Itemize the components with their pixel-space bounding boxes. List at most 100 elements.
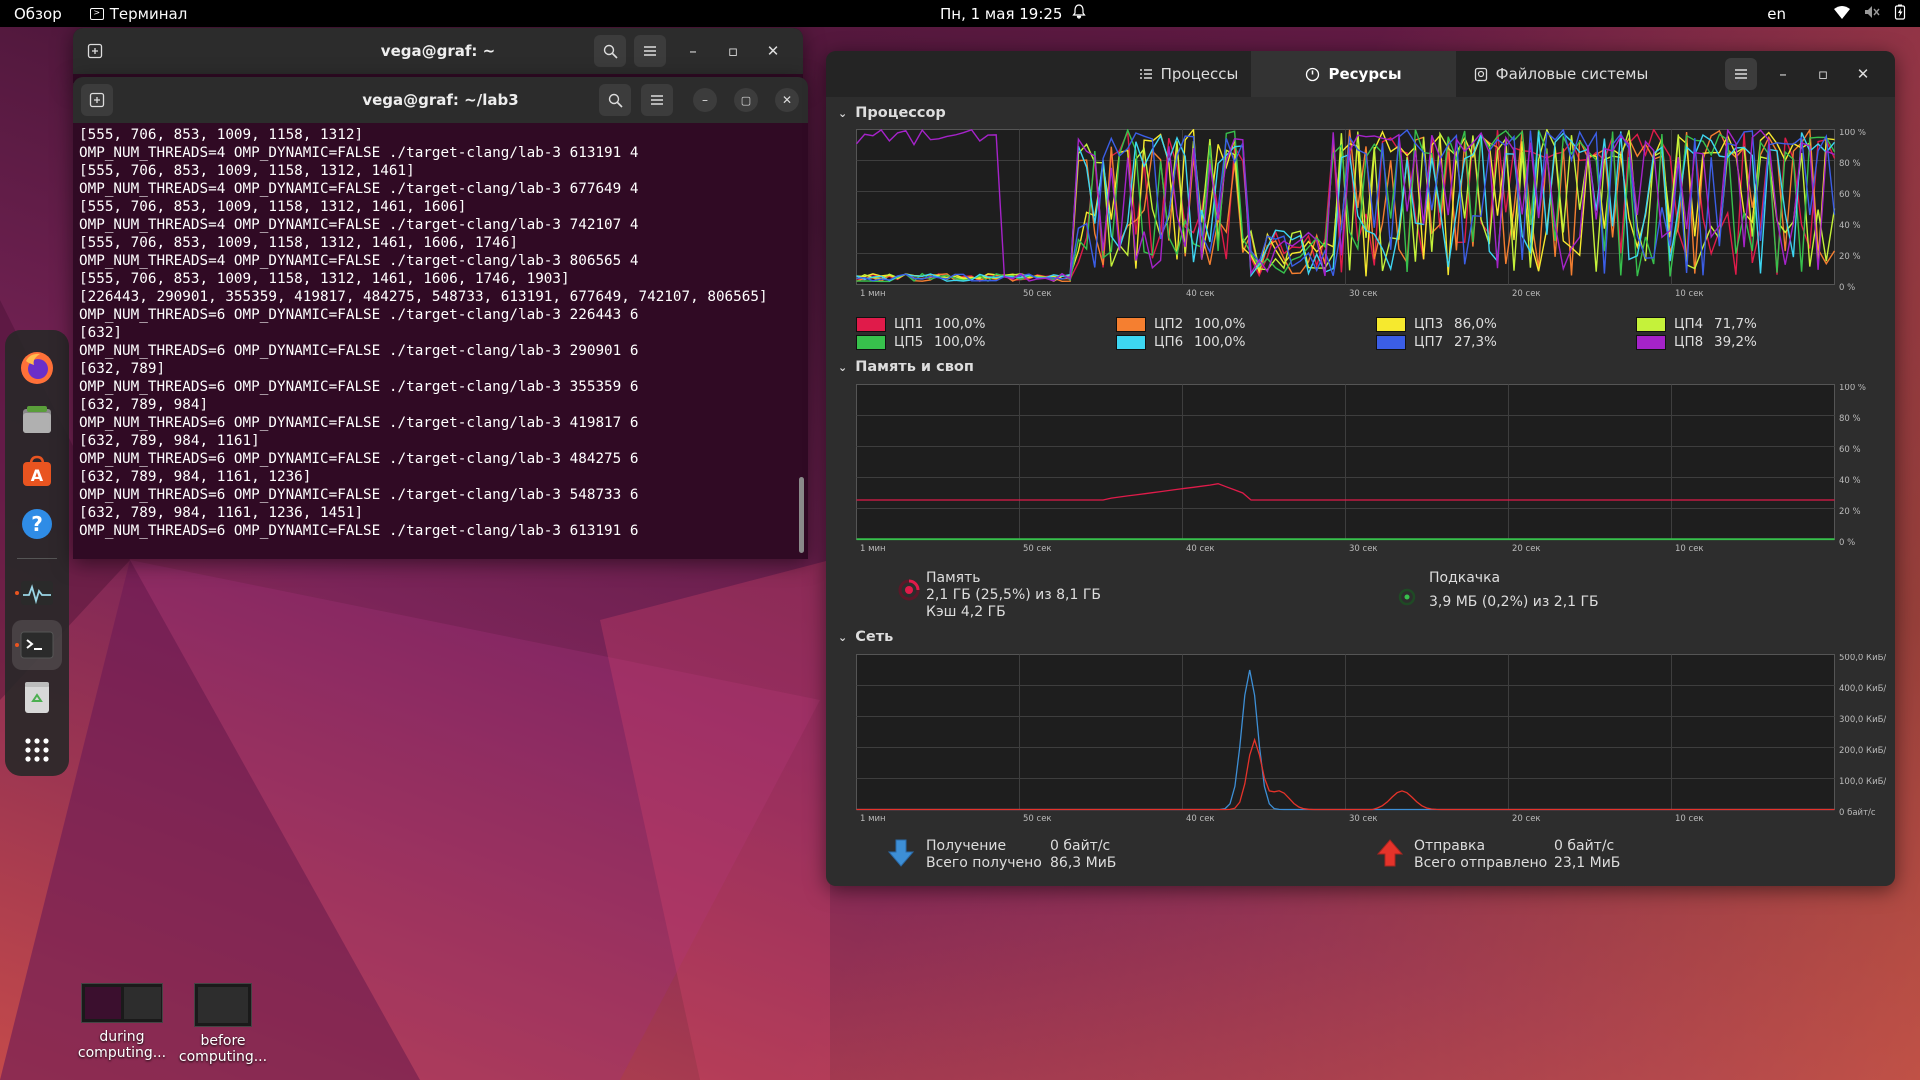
time-tick-label: 20 сек	[1512, 289, 1541, 299]
color-swatch[interactable]	[856, 316, 886, 332]
menu-button[interactable]	[634, 35, 666, 67]
cpu-legend-item[interactable]: ЦП6 100,0%	[1116, 334, 1245, 350]
minimize-button[interactable]: –	[677, 35, 709, 67]
terminal-line: OMP_NUM_THREADS=4 OMP_DYNAMIC=FALSE ./ta…	[79, 253, 639, 269]
cpu-legend-item[interactable]: ЦП1 100,0%	[856, 316, 985, 332]
running-indicator	[15, 591, 19, 595]
value-tick-label: 100 %	[1839, 129, 1866, 138]
desktop-file-before[interactable]: before computing...	[173, 983, 273, 1065]
section-memory-header[interactable]: ⌄ Память и своп	[838, 359, 974, 375]
close-button[interactable]: ✕	[775, 88, 799, 112]
dock-files[interactable]	[12, 395, 62, 445]
time-tick-label: 30 сек	[1349, 544, 1378, 554]
cpu-usage-value: 86,0%	[1454, 316, 1497, 332]
cpu-legend-item[interactable]: ЦП2 100,0%	[1116, 316, 1245, 332]
firefox-icon	[21, 352, 53, 384]
minimize-button[interactable]: –	[1767, 58, 1799, 90]
maximize-button[interactable]: ▢	[734, 88, 758, 112]
wifi-icon[interactable]	[1834, 5, 1850, 23]
send-values: 0 байт/с 23,1 МиБ	[1554, 838, 1621, 871]
top-bar: Обзор > Терминал Пн, 1 мая 19:25 en	[0, 0, 1920, 27]
cpu-usage-value: 27,3%	[1454, 334, 1497, 350]
dock-firefox[interactable]	[12, 343, 62, 393]
color-swatch[interactable]	[1636, 334, 1666, 350]
new-tab-button[interactable]	[81, 84, 113, 116]
disk-icon	[1474, 67, 1487, 81]
language-indicator[interactable]: en	[1767, 5, 1786, 23]
time-tick-label: 1 мин	[860, 544, 886, 554]
overview-button[interactable]: Обзор	[0, 0, 76, 27]
section-cpu-header[interactable]: ⌄ Процессор	[838, 105, 946, 121]
cpu-usage-value: 71,7%	[1714, 316, 1757, 332]
search-button[interactable]	[599, 84, 631, 116]
search-button[interactable]	[594, 35, 626, 67]
cpu-legend-item[interactable]: ЦП4 71,7%	[1636, 316, 1757, 332]
time-tick-label: 30 сек	[1349, 814, 1378, 824]
cpu-legend-item[interactable]: ЦП5 100,0%	[856, 334, 985, 350]
new-tab-button[interactable]	[79, 35, 111, 67]
maximize-button[interactable]: ▫	[717, 35, 749, 67]
upload-arrow-icon	[1377, 839, 1403, 867]
hamburger-icon	[651, 95, 663, 105]
terminal-line: OMP_NUM_THREADS=6 OMP_DYNAMIC=FALSE ./ta…	[79, 415, 639, 431]
cpu-name: ЦП8	[1674, 334, 1704, 350]
menu-button[interactable]	[1725, 58, 1757, 90]
cpu-usage-value: 100,0%	[1194, 334, 1246, 350]
battery-icon[interactable]	[1894, 4, 1906, 24]
color-swatch[interactable]	[1116, 334, 1146, 350]
network-history-graph: 1 мин 50 сек 40 сек 30 сек 20 сек 10 сек 500,0…	[856, 654, 1886, 824]
dock-app-center[interactable]: A	[12, 447, 62, 497]
maximize-button[interactable]: ▫	[1807, 58, 1839, 90]
dock-system-monitor[interactable]	[12, 568, 62, 618]
terminal-window-back[interactable]: vega@graf: ~ – ▫ ✕	[73, 28, 803, 83]
bell-icon	[1072, 4, 1087, 23]
cpu-name: ЦП7	[1414, 334, 1444, 350]
menu-button[interactable]	[641, 84, 673, 116]
time-tick-label: 10 сек	[1675, 544, 1704, 554]
color-swatch[interactable]	[1376, 334, 1406, 350]
desktop-file-during[interactable]: during computing...	[72, 983, 172, 1061]
tab-filesystems[interactable]: Файловые системы	[1456, 51, 1666, 97]
system-monitor-window[interactable]: Процессы Ресурсы Файловые системы – ▫ ✕ …	[826, 51, 1895, 886]
value-tick-label: 300,0 КиБ/с	[1839, 715, 1886, 725]
terminal-window-front[interactable]: vega@graf: ~/lab3 – ▢ ✕ [555, 706, 853, …	[73, 77, 808, 559]
dock-show-apps[interactable]	[12, 725, 62, 775]
running-indicator	[15, 643, 19, 647]
dock-help[interactable]: ?	[12, 499, 62, 549]
chevron-down-icon: ⌄	[838, 360, 848, 374]
download-arrow-icon	[888, 839, 914, 867]
color-swatch[interactable]	[1116, 316, 1146, 332]
swap-pie-icon	[1398, 588, 1416, 606]
close-button[interactable]: ✕	[1847, 58, 1879, 90]
terminal-output[interactable]: [555, 706, 853, 1009, 1158, 1312] OMP_NUM…	[73, 123, 808, 540]
app-grid-icon	[25, 738, 49, 762]
cpu-usage-value: 100,0%	[934, 316, 986, 332]
close-button[interactable]: ✕	[757, 35, 789, 67]
minimize-button[interactable]: –	[693, 88, 717, 112]
terminal-line: OMP_NUM_THREADS=4 OMP_DYNAMIC=FALSE ./ta…	[79, 181, 639, 197]
color-swatch[interactable]	[1376, 316, 1406, 332]
color-swatch[interactable]	[856, 334, 886, 350]
value-tick-label: 40 %	[1839, 221, 1861, 231]
terminal-line: OMP_NUM_THREADS=6 OMP_DYNAMIC=FALSE ./ta…	[79, 487, 639, 503]
cpu-legend-item[interactable]: ЦП3 86,0%	[1376, 316, 1497, 332]
dock-terminal[interactable]	[12, 620, 62, 670]
screenshot-thumbnail	[81, 983, 163, 1023]
section-network-header[interactable]: ⌄ Сеть	[838, 629, 893, 645]
cpu-legend-item[interactable]: ЦП7 27,3%	[1376, 334, 1497, 350]
app-menu[interactable]: > Терминал	[76, 0, 202, 27]
chevron-down-icon: ⌄	[838, 630, 848, 644]
terminal-line: [632, 789, 984, 1161, 1236]	[79, 469, 312, 485]
new-tab-icon	[89, 92, 105, 108]
terminal-scrollbar[interactable]	[799, 477, 804, 553]
cpu-name: ЦП6	[1154, 334, 1184, 350]
cpu-name: ЦП4	[1674, 316, 1704, 332]
cpu-legend-item[interactable]: ЦП8 39,2%	[1636, 334, 1757, 350]
terminal-line: [632]	[79, 325, 123, 341]
trash-icon	[25, 682, 49, 713]
clock[interactable]: Пн, 1 мая 19:25	[940, 0, 1087, 27]
tab-resources[interactable]: Ресурсы	[1251, 51, 1456, 97]
volume-muted-icon[interactable]	[1864, 5, 1880, 23]
dock-trash[interactable]	[12, 672, 62, 722]
color-swatch[interactable]	[1636, 316, 1666, 332]
